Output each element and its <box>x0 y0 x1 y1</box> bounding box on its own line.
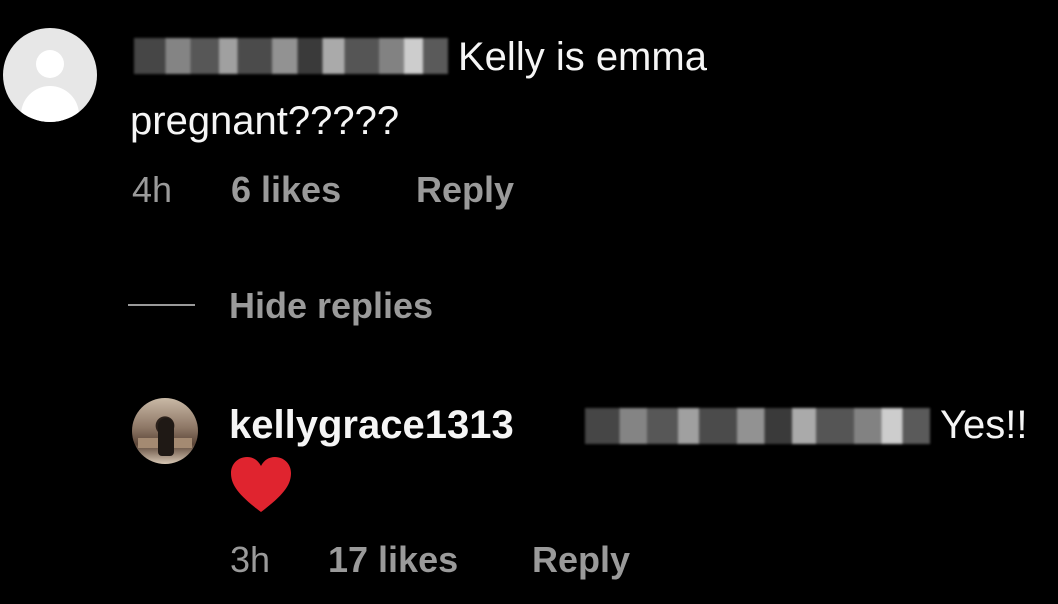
comment-text-line-1: Kelly is emma <box>458 35 707 79</box>
reply-reply-button[interactable]: Reply <box>532 538 630 582</box>
comment-reply-button[interactable]: Reply <box>416 168 514 212</box>
avatar-body-shape <box>21 86 79 122</box>
profile-avatar-icon[interactable] <box>3 28 97 122</box>
reply-avatar[interactable] <box>132 398 198 464</box>
avatar-head-shape <box>36 50 64 78</box>
comment-item: Kelly is emma pregnant????? 4h 6 likes R… <box>0 0 1058 230</box>
reply-likes-link[interactable]: 17 likes <box>328 538 458 582</box>
comment-timestamp: 4h <box>132 169 173 210</box>
hide-replies-button[interactable]: Hide replies <box>229 284 433 328</box>
heart-shape <box>231 457 291 512</box>
reply-username[interactable]: kellygrace1313 <box>229 398 514 452</box>
comment-likes-link[interactable]: 6 likes <box>231 168 341 212</box>
replies-divider-line <box>128 304 195 306</box>
comment-text-line-2: pregnant????? <box>130 99 400 143</box>
red-heart-icon <box>231 457 291 512</box>
avatar-photo-person <box>158 418 174 456</box>
reply-timestamp: 3h <box>230 539 271 580</box>
pixelated-username[interactable] <box>134 38 448 74</box>
pixelated-mention[interactable] <box>585 408 930 444</box>
reply-text: Yes!! <box>940 403 1028 447</box>
